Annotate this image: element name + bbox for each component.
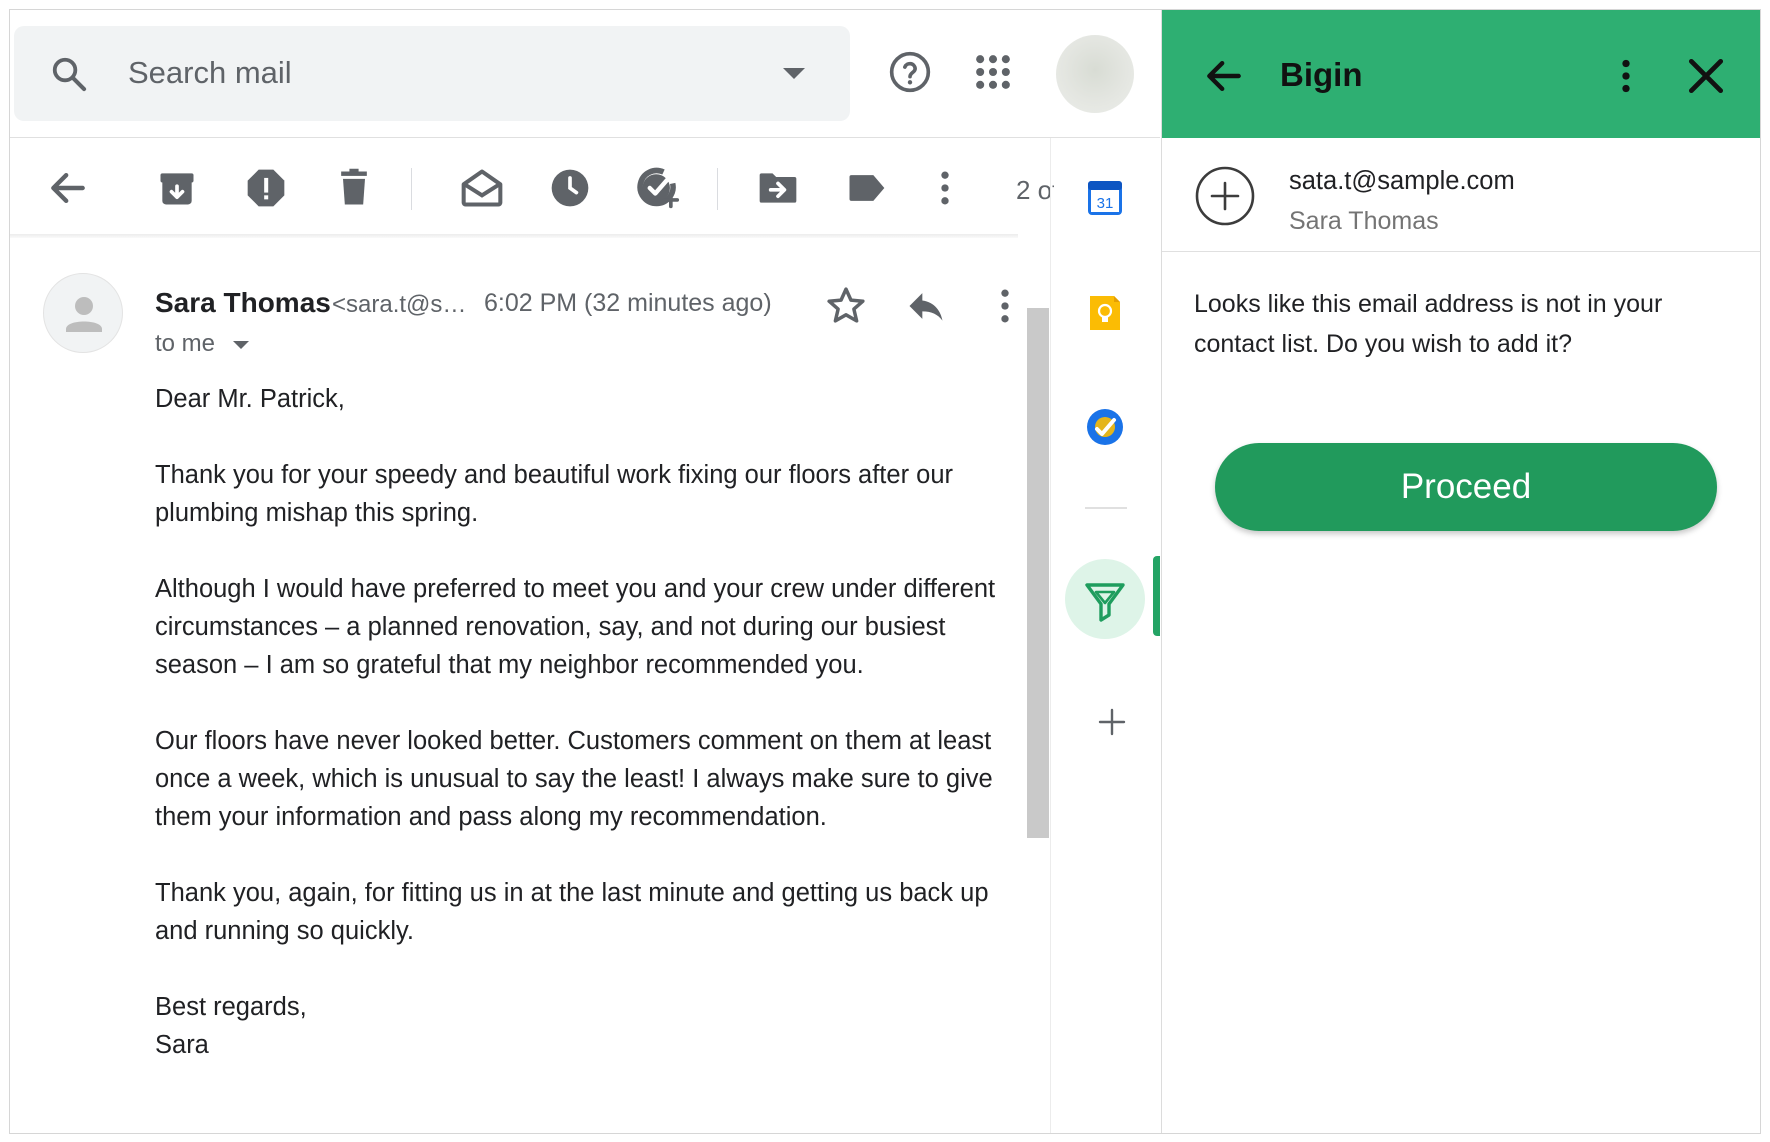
calendar-day: 31 [1097,195,1114,212]
toolbar-separator [411,168,412,210]
panel-title: Bigin [1280,56,1363,93]
sender-email: <sara.t@s… [332,291,467,318]
bigin-panel: Bigin sata.t@sample.com Sara Thomas Look… [1161,10,1760,1133]
contact-email: sata.t@sample.com [1289,167,1515,195]
search-options-caret-icon[interactable] [783,68,805,79]
panel-header: Bigin [1162,10,1760,138]
bigin-addon-button[interactable] [1065,559,1145,639]
label-icon[interactable] [844,166,888,210]
add-addon-plus-icon[interactable] [1097,707,1127,737]
scrollbar-thumb[interactable] [1027,308,1049,838]
message-count: 2 of [1016,175,1054,205]
not-in-contacts-message: Looks like this email address is not in … [1194,290,1663,358]
body-paragraph: Thank you, again, for fitting us in at t… [155,879,989,945]
rail-divider [1050,138,1051,1133]
star-icon[interactable] [824,284,868,328]
closing: Best regards, [155,993,307,1021]
body-paragraph: Although I would have preferred to meet … [155,575,996,679]
app-frame: Search mail 2 of Sara Thomas <sara.t@s… … [9,9,1761,1134]
keep-icon[interactable] [1085,293,1125,333]
delete-icon[interactable] [332,166,376,210]
show-details-caret-icon[interactable] [233,341,249,349]
sender-name[interactable]: Sara Thomas [155,287,331,319]
rail-separator [1085,507,1127,509]
account-avatar[interactable] [1056,35,1134,113]
close-icon[interactable] [1684,54,1728,98]
message-body: Dear Mr. Patrick, Thank you for your spe… [155,380,1010,1064]
more-vert-icon[interactable] [923,166,967,210]
person-icon [66,297,102,332]
body-paragraph: Our floors have never looked better. Cus… [155,727,993,831]
panel-more-icon[interactable] [1606,54,1646,98]
divider [10,137,1160,138]
body-paragraph: Thank you for your speedy and beautiful … [155,461,954,527]
search-bar[interactable]: Search mail [14,26,850,121]
calendar-icon[interactable]: 31 [1085,178,1125,218]
toolbar-separator [717,168,718,210]
contact-name: Sara Thomas [1289,207,1439,235]
back-arrow-icon[interactable] [1202,54,1246,98]
add-task-icon[interactable] [636,166,680,210]
add-contact-icon[interactable] [1194,165,1256,227]
sender-avatar[interactable] [43,273,123,353]
archive-icon[interactable] [155,166,199,210]
toolbar-shadow [10,234,1018,238]
help-icon[interactable] [888,50,932,94]
active-indicator [1153,556,1160,636]
reply-icon[interactable] [904,284,948,328]
search-input[interactable]: Search mail [128,55,292,91]
mark-unread-icon[interactable] [460,166,504,210]
bigin-funnel-icon [1085,583,1125,622]
divider [1162,251,1760,252]
message-time: 6:02 PM (32 minutes ago) [484,289,772,317]
salutation: Dear Mr. Patrick, [155,385,345,413]
report-spam-icon[interactable] [244,166,288,210]
signature: Sara [155,1031,209,1059]
message-more-icon[interactable] [983,284,1027,328]
tasks-icon[interactable] [1085,407,1125,447]
recipient-label: to me [155,330,216,357]
back-arrow-icon[interactable] [46,166,90,210]
search-icon[interactable] [50,55,88,93]
snooze-clock-icon[interactable] [548,166,592,210]
proceed-button[interactable]: Proceed [1215,443,1717,531]
apps-grid-icon[interactable] [971,50,1015,94]
move-to-icon[interactable] [756,166,800,210]
